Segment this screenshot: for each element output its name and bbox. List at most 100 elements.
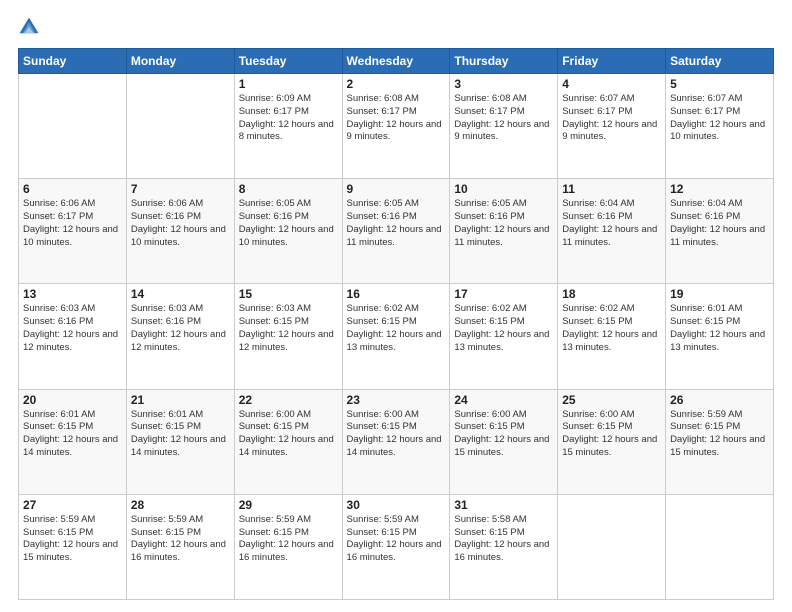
day-info: Sunrise: 6:09 AM Sunset: 6:17 PM Dayligh… bbox=[239, 93, 338, 144]
day-info: Sunrise: 6:06 AM Sunset: 6:17 PM Dayligh… bbox=[23, 198, 122, 249]
day-cell bbox=[19, 74, 127, 179]
day-cell bbox=[558, 494, 666, 599]
day-cell: 24 Sunrise: 6:00 AM Sunset: 6:15 PM Dayli… bbox=[450, 389, 558, 494]
day-number: 25 bbox=[562, 393, 661, 407]
day-cell: 22 Sunrise: 6:00 AM Sunset: 6:15 PM Dayli… bbox=[234, 389, 342, 494]
day-info: Sunrise: 6:00 AM Sunset: 6:15 PM Dayligh… bbox=[347, 409, 446, 460]
day-info: Sunrise: 6:01 AM Sunset: 6:15 PM Dayligh… bbox=[670, 303, 769, 354]
day-info: Sunrise: 6:05 AM Sunset: 6:16 PM Dayligh… bbox=[454, 198, 553, 249]
day-cell: 7 Sunrise: 6:06 AM Sunset: 6:16 PM Daylig… bbox=[126, 179, 234, 284]
header bbox=[18, 16, 774, 38]
day-info: Sunrise: 6:08 AM Sunset: 6:17 PM Dayligh… bbox=[347, 93, 446, 144]
day-cell: 29 Sunrise: 5:59 AM Sunset: 6:15 PM Dayli… bbox=[234, 494, 342, 599]
day-cell: 27 Sunrise: 5:59 AM Sunset: 6:15 PM Dayli… bbox=[19, 494, 127, 599]
week-row-3: 13Sunrise: 6:03 AM Sunset: 6:16 PM Dayli… bbox=[19, 284, 774, 389]
day-info: Sunrise: 5:59 AM Sunset: 6:15 PM Dayligh… bbox=[670, 409, 769, 460]
day-number: 6 bbox=[23, 182, 122, 196]
col-header-monday: Monday bbox=[126, 49, 234, 74]
col-header-sunday: Sunday bbox=[19, 49, 127, 74]
week-row-5: 27 Sunrise: 5:59 AM Sunset: 6:15 PM Dayli… bbox=[19, 494, 774, 599]
day-number: 1 bbox=[239, 77, 338, 91]
day-cell: 16 Sunrise: 6:02 AM Sunset: 6:15 PM Dayli… bbox=[342, 284, 450, 389]
day-info: Sunrise: 6:02 AM Sunset: 6:15 PM Dayligh… bbox=[347, 303, 446, 354]
day-cell: 5 Sunrise: 6:07 AM Sunset: 6:17 PM Daylig… bbox=[666, 74, 774, 179]
day-info: Sunrise: 5:59 AM Sunset: 6:15 PM Dayligh… bbox=[347, 514, 446, 565]
day-cell: 21Sunrise: 6:01 AM Sunset: 6:15 PM Dayli… bbox=[126, 389, 234, 494]
day-info: Sunrise: 6:05 AM Sunset: 6:16 PM Dayligh… bbox=[347, 198, 446, 249]
day-cell: 1 Sunrise: 6:09 AM Sunset: 6:17 PM Daylig… bbox=[234, 74, 342, 179]
day-info: Sunrise: 6:06 AM Sunset: 6:16 PM Dayligh… bbox=[131, 198, 230, 249]
day-cell: 20 Sunrise: 6:01 AM Sunset: 6:15 PM Dayli… bbox=[19, 389, 127, 494]
day-number: 18 bbox=[562, 287, 661, 301]
day-number: 27 bbox=[23, 498, 122, 512]
day-info: Sunrise: 5:59 AM Sunset: 6:15 PM Dayligh… bbox=[239, 514, 338, 565]
day-number: 30 bbox=[347, 498, 446, 512]
day-number: 4 bbox=[562, 77, 661, 91]
day-cell bbox=[666, 494, 774, 599]
day-info: Sunrise: 6:08 AM Sunset: 6:17 PM Dayligh… bbox=[454, 93, 553, 144]
calendar-header-row: SundayMondayTuesdayWednesdayThursdayFrid… bbox=[19, 49, 774, 74]
day-cell: 9 Sunrise: 6:05 AM Sunset: 6:16 PM Daylig… bbox=[342, 179, 450, 284]
calendar-table: SundayMondayTuesdayWednesdayThursdayFrid… bbox=[18, 48, 774, 600]
day-number: 9 bbox=[347, 182, 446, 196]
day-info: Sunrise: 6:02 AM Sunset: 6:15 PM Dayligh… bbox=[562, 303, 661, 354]
week-row-2: 6 Sunrise: 6:06 AM Sunset: 6:17 PM Daylig… bbox=[19, 179, 774, 284]
day-cell: 3Sunrise: 6:08 AM Sunset: 6:17 PM Daylig… bbox=[450, 74, 558, 179]
day-number: 5 bbox=[670, 77, 769, 91]
day-info: Sunrise: 6:07 AM Sunset: 6:17 PM Dayligh… bbox=[670, 93, 769, 144]
day-number: 7 bbox=[131, 182, 230, 196]
page: SundayMondayTuesdayWednesdayThursdayFrid… bbox=[0, 0, 792, 612]
day-number: 31 bbox=[454, 498, 553, 512]
day-info: Sunrise: 6:03 AM Sunset: 6:16 PM Dayligh… bbox=[23, 303, 122, 354]
day-cell: 15 Sunrise: 6:03 AM Sunset: 6:15 PM Dayli… bbox=[234, 284, 342, 389]
day-info: Sunrise: 5:59 AM Sunset: 6:15 PM Dayligh… bbox=[131, 514, 230, 565]
logo-icon bbox=[18, 16, 40, 38]
day-cell: 31 Sunrise: 5:58 AM Sunset: 6:15 PM Dayli… bbox=[450, 494, 558, 599]
day-cell: 8Sunrise: 6:05 AM Sunset: 6:16 PM Daylig… bbox=[234, 179, 342, 284]
day-cell: 4Sunrise: 6:07 AM Sunset: 6:17 PM Daylig… bbox=[558, 74, 666, 179]
day-cell: 23 Sunrise: 6:00 AM Sunset: 6:15 PM Dayli… bbox=[342, 389, 450, 494]
day-info: Sunrise: 6:03 AM Sunset: 6:15 PM Dayligh… bbox=[239, 303, 338, 354]
week-row-4: 20 Sunrise: 6:01 AM Sunset: 6:15 PM Dayli… bbox=[19, 389, 774, 494]
day-number: 28 bbox=[131, 498, 230, 512]
day-info: Sunrise: 5:58 AM Sunset: 6:15 PM Dayligh… bbox=[454, 514, 553, 565]
day-cell: 25Sunrise: 6:00 AM Sunset: 6:15 PM Dayli… bbox=[558, 389, 666, 494]
day-info: Sunrise: 6:00 AM Sunset: 6:15 PM Dayligh… bbox=[239, 409, 338, 460]
day-number: 22 bbox=[239, 393, 338, 407]
day-info: Sunrise: 6:01 AM Sunset: 6:15 PM Dayligh… bbox=[23, 409, 122, 460]
day-cell: 10Sunrise: 6:05 AM Sunset: 6:16 PM Dayli… bbox=[450, 179, 558, 284]
day-number: 20 bbox=[23, 393, 122, 407]
day-cell bbox=[126, 74, 234, 179]
day-info: Sunrise: 6:00 AM Sunset: 6:15 PM Dayligh… bbox=[454, 409, 553, 460]
day-cell: 11 Sunrise: 6:04 AM Sunset: 6:16 PM Dayli… bbox=[558, 179, 666, 284]
day-number: 14 bbox=[131, 287, 230, 301]
col-header-tuesday: Tuesday bbox=[234, 49, 342, 74]
day-number: 19 bbox=[670, 287, 769, 301]
day-number: 15 bbox=[239, 287, 338, 301]
day-number: 29 bbox=[239, 498, 338, 512]
day-cell: 28 Sunrise: 5:59 AM Sunset: 6:15 PM Dayli… bbox=[126, 494, 234, 599]
day-cell: 13Sunrise: 6:03 AM Sunset: 6:16 PM Dayli… bbox=[19, 284, 127, 389]
day-cell: 12Sunrise: 6:04 AM Sunset: 6:16 PM Dayli… bbox=[666, 179, 774, 284]
col-header-friday: Friday bbox=[558, 49, 666, 74]
day-number: 23 bbox=[347, 393, 446, 407]
day-info: Sunrise: 6:04 AM Sunset: 6:16 PM Dayligh… bbox=[670, 198, 769, 249]
day-cell: 6 Sunrise: 6:06 AM Sunset: 6:17 PM Daylig… bbox=[19, 179, 127, 284]
col-header-thursday: Thursday bbox=[450, 49, 558, 74]
day-cell: 30 Sunrise: 5:59 AM Sunset: 6:15 PM Dayli… bbox=[342, 494, 450, 599]
day-number: 21 bbox=[131, 393, 230, 407]
day-number: 2 bbox=[347, 77, 446, 91]
day-info: Sunrise: 6:03 AM Sunset: 6:16 PM Dayligh… bbox=[131, 303, 230, 354]
day-number: 16 bbox=[347, 287, 446, 301]
day-info: Sunrise: 5:59 AM Sunset: 6:15 PM Dayligh… bbox=[23, 514, 122, 565]
day-number: 11 bbox=[562, 182, 661, 196]
day-number: 26 bbox=[670, 393, 769, 407]
day-cell: 26 Sunrise: 5:59 AM Sunset: 6:15 PM Dayli… bbox=[666, 389, 774, 494]
day-info: Sunrise: 6:04 AM Sunset: 6:16 PM Dayligh… bbox=[562, 198, 661, 249]
day-cell: 14 Sunrise: 6:03 AM Sunset: 6:16 PM Dayli… bbox=[126, 284, 234, 389]
day-cell: 17Sunrise: 6:02 AM Sunset: 6:15 PM Dayli… bbox=[450, 284, 558, 389]
day-number: 8 bbox=[239, 182, 338, 196]
day-number: 17 bbox=[454, 287, 553, 301]
day-number: 24 bbox=[454, 393, 553, 407]
day-cell: 18 Sunrise: 6:02 AM Sunset: 6:15 PM Dayli… bbox=[558, 284, 666, 389]
